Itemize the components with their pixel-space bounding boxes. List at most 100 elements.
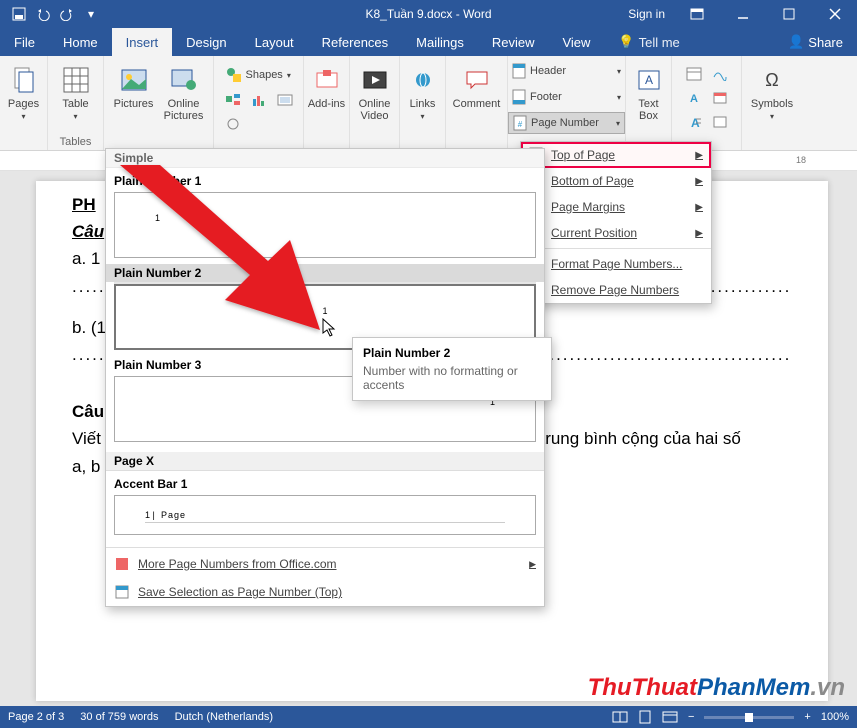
object-icon[interactable] (709, 112, 731, 132)
smartart-icon[interactable] (222, 90, 244, 110)
header-button[interactable]: Header ▾ (508, 60, 625, 82)
doc-text: a. 1 (72, 249, 100, 268)
menu-format-page-numbers[interactable]: Format Page Numbers... (521, 251, 711, 277)
pages-button[interactable]: Pages ▾ (0, 60, 52, 121)
addins-icon (311, 64, 343, 96)
undo-icon[interactable] (32, 3, 54, 25)
table-label: Table (62, 98, 88, 110)
zoom-in-icon[interactable]: + (804, 711, 810, 723)
comment-button[interactable]: Comment (449, 60, 505, 110)
icons-icon[interactable] (222, 114, 244, 134)
screenshot-icon[interactable] (274, 90, 296, 110)
web-layout-icon[interactable] (662, 711, 678, 723)
zoom-slider[interactable] (704, 716, 794, 719)
ribbon-options-icon[interactable] (675, 0, 719, 28)
doc-text: Câu (72, 222, 104, 241)
chevron-down-icon: ▾ (420, 112, 424, 121)
tab-references[interactable]: References (308, 28, 402, 56)
gallery-item-plain-number-1[interactable]: Plain Number 1 1 (114, 172, 536, 258)
gallery-item-accent-bar-1[interactable]: Accent Bar 1 1 | Page (114, 475, 536, 535)
qat-more-icon[interactable]: ▾ (80, 3, 102, 25)
tab-file[interactable]: File (0, 28, 49, 56)
page-number-menu: Top of Page ▶ Bottom of Page ▶ Page Marg… (520, 141, 712, 304)
signature-icon[interactable] (709, 64, 731, 84)
watermark-part: ThuThuat (588, 674, 697, 701)
chevron-right-icon: ▶ (695, 176, 703, 187)
status-bar: Page 2 of 3 30 of 759 words Dutch (Nethe… (0, 706, 857, 728)
tell-me[interactable]: 💡 Tell me (604, 28, 693, 56)
quick-parts-icon[interactable] (683, 64, 705, 84)
table-button[interactable]: Table ▾ (48, 60, 104, 121)
drop-cap-icon[interactable]: A (683, 112, 705, 132)
online-pictures-button[interactable]: Online Pictures (159, 60, 209, 122)
maximize-icon[interactable] (767, 0, 811, 28)
sign-in-link[interactable]: Sign in (628, 7, 665, 21)
gallery-save-selection[interactable]: Save Selection as Page Number (Top) (106, 578, 544, 606)
svg-text:A: A (690, 93, 698, 105)
online-video-button[interactable]: Online Video (353, 60, 397, 122)
tab-layout[interactable]: Layout (241, 28, 308, 56)
redo-icon[interactable] (56, 3, 78, 25)
menu-bottom-of-page[interactable]: Bottom of Page ▶ (521, 168, 711, 194)
gallery-more-office[interactable]: More Page Numbers from Office.com ▶ (106, 550, 544, 578)
zoom-out-icon[interactable]: − (688, 711, 694, 723)
text-box-button[interactable]: A Text Box (629, 60, 669, 122)
footer-label: Footer (530, 91, 562, 103)
share-button[interactable]: 👤 Share (774, 28, 857, 56)
tooltip: Plain Number 2 Number with no formatting… (352, 337, 552, 401)
doc-text: trung bình cộng của hai số (540, 429, 740, 448)
page-number-button[interactable]: # Page Number ▾ (508, 112, 625, 134)
table-icon (60, 64, 92, 96)
doc-text: PH (72, 195, 96, 214)
minimize-icon[interactable] (721, 0, 765, 28)
menu-current-position[interactable]: # Current Position ▶ (521, 220, 711, 246)
footer-icon (512, 89, 526, 105)
pictures-icon (118, 64, 150, 96)
online-video-icon (359, 64, 391, 96)
links-label: Links (410, 98, 436, 110)
save-icon[interactable] (8, 3, 30, 25)
tab-design[interactable]: Design (172, 28, 240, 56)
title-bar: ▾ K8_Tuần 9.docx - Word Sign in (0, 0, 857, 28)
chart-icon[interactable] (248, 90, 270, 110)
share-label: Share (808, 35, 843, 50)
watermark-part: .vn (810, 674, 845, 701)
tab-review[interactable]: Review (478, 28, 549, 56)
menu-top-of-page[interactable]: Top of Page ▶ (521, 142, 711, 168)
links-button[interactable]: Links ▾ (403, 60, 443, 121)
tab-insert[interactable]: Insert (112, 28, 173, 56)
tab-home[interactable]: Home (49, 28, 112, 56)
zoom-level[interactable]: 100% (821, 711, 849, 723)
tooltip-body: Number with no formatting or accents (363, 364, 541, 392)
shapes-button[interactable]: Shapes ▾ (222, 64, 296, 86)
addins-button[interactable]: Add-ins (307, 60, 347, 110)
print-layout-icon[interactable] (638, 710, 652, 724)
ribbon: Pages ▾ Table ▾ Tables Pictures Online P… (0, 56, 857, 151)
tab-mailings[interactable]: Mailings (402, 28, 478, 56)
menu-label: Current Position (551, 226, 637, 240)
symbols-button[interactable]: Ω Symbols ▾ (745, 60, 799, 121)
menu-page-margins[interactable]: Page Margins ▶ (521, 194, 711, 220)
footer-button[interactable]: Footer ▾ (508, 86, 625, 108)
tab-view[interactable]: View (548, 28, 604, 56)
pictures-button[interactable]: Pictures (109, 60, 159, 122)
status-language[interactable]: Dutch (Netherlands) (175, 711, 273, 723)
header-label: Header (530, 65, 566, 77)
doc-text: Câu (72, 402, 104, 421)
menu-label: Bottom of Page (551, 174, 634, 188)
date-time-icon[interactable] (709, 88, 731, 108)
menu-label: Top of Page (551, 148, 615, 162)
chevron-down-icon: ▾ (617, 67, 621, 76)
status-page[interactable]: Page 2 of 3 (8, 711, 64, 723)
read-mode-icon[interactable] (612, 711, 628, 723)
svg-text:#: # (518, 120, 523, 129)
links-icon (407, 64, 439, 96)
share-icon: 👤 (788, 34, 804, 50)
chevron-down-icon: ▾ (770, 112, 774, 121)
menu-label: More Page Numbers from Office.com (138, 557, 337, 571)
wordart-icon[interactable]: A (683, 88, 705, 108)
status-words[interactable]: 30 of 759 words (80, 711, 158, 723)
ruler-tick: 18 (796, 155, 806, 165)
menu-remove-page-numbers[interactable]: Remove Page Numbers (521, 277, 711, 303)
close-icon[interactable] (813, 0, 857, 28)
